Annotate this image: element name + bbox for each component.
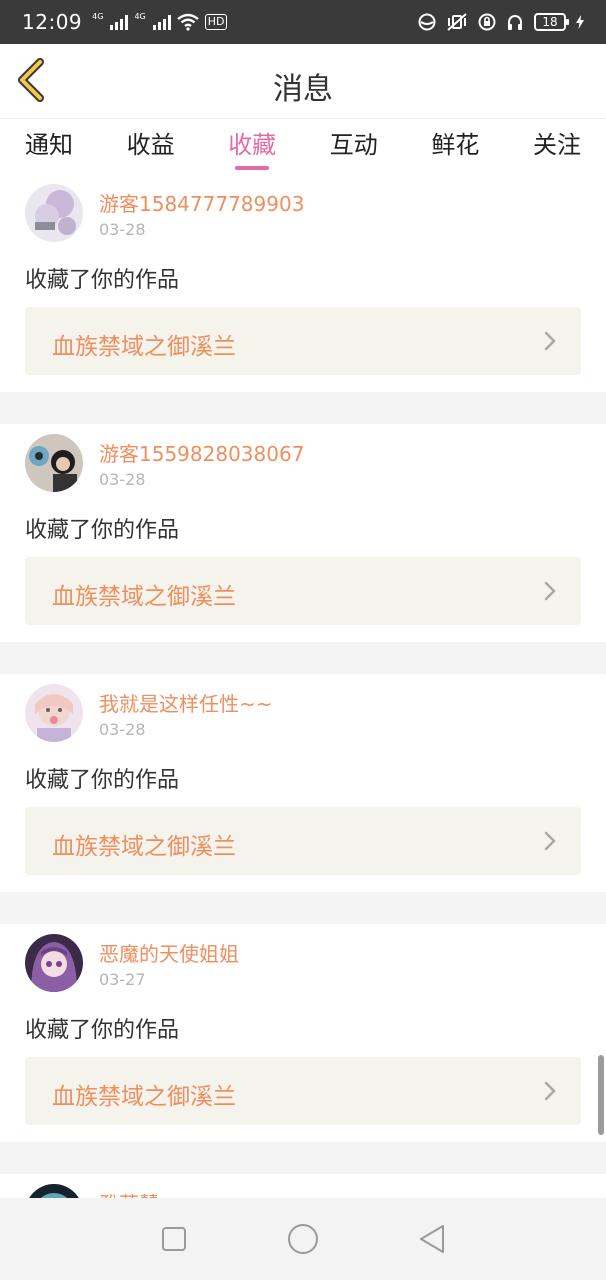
work-link[interactable]: 血族禁域之御溪兰	[25, 307, 581, 375]
user-name[interactable]: 游客1584777789903	[99, 188, 304, 217]
status-time: 12:09	[22, 10, 83, 34]
message-text: 收藏了你的作品	[25, 268, 180, 293]
avatar[interactable]	[25, 184, 83, 242]
status-left: 12:09 4G 4G HD	[22, 10, 228, 34]
chevron-right-icon	[544, 581, 556, 601]
tab-interaction[interactable]: 互动	[329, 120, 379, 174]
battery-icon: 18	[534, 13, 569, 31]
message-text: 收藏了你的作品	[25, 1018, 180, 1043]
user-name[interactable]: 我就是这样任性~~	[99, 688, 273, 717]
recent-apps-button[interactable]	[154, 1219, 194, 1259]
status-left-icons: 4G 4G HD	[92, 12, 228, 31]
charging-icon	[576, 15, 584, 29]
tab-flowers[interactable]: 鲜花	[430, 120, 480, 174]
message-date: 03-28	[99, 470, 146, 489]
message-text: 收藏了你的作品	[25, 768, 180, 793]
list-item: 恶魔的天使姐姐 03-27 收藏了你的作品 血族禁域之御溪兰	[0, 924, 606, 1142]
avatar[interactable]	[25, 684, 83, 742]
message-date: 03-27	[99, 970, 146, 989]
list-item: 我就是这样任性~~ 03-28 收藏了你的作品 血族禁域之御溪兰	[0, 674, 606, 892]
work-link[interactable]: 血族禁域之御溪兰	[25, 807, 581, 875]
triangle-back-icon	[419, 1225, 444, 1253]
lock-rotation-icon	[478, 13, 496, 31]
system-nav-bar	[0, 1198, 606, 1280]
square-icon	[162, 1227, 187, 1251]
avatar[interactable]	[25, 434, 83, 492]
eye-comfort-icon	[418, 13, 436, 31]
work-title: 血族禁域之御溪兰	[52, 1084, 236, 1110]
work-title: 血族禁域之御溪兰	[52, 334, 236, 360]
avatar[interactable]	[25, 934, 83, 992]
work-link[interactable]: 血族禁域之御溪兰	[25, 557, 581, 625]
message-text: 收藏了你的作品	[25, 518, 180, 543]
network-label-1: 4G	[92, 12, 104, 21]
message-date: 03-28	[99, 220, 146, 239]
list-item: 雅薇慧	[0, 1174, 606, 1198]
signal-icon	[152, 14, 171, 30]
tab-earnings[interactable]: 收益	[126, 120, 176, 174]
headphones-icon	[508, 15, 522, 30]
work-link[interactable]: 血族禁域之御溪兰	[25, 1057, 581, 1125]
status-bar: 12:09 4G 4G HD 18	[0, 0, 606, 44]
vibrate-mute-icon	[447, 13, 467, 31]
avatar[interactable]	[25, 1184, 83, 1198]
scrollbar[interactable]	[598, 1055, 604, 1135]
signal-icon	[110, 14, 129, 30]
back-nav-button[interactable]	[412, 1219, 452, 1259]
user-name[interactable]: 雅薇慧	[99, 1188, 159, 1198]
message-list[interactable]: 游客1584777789903 03-28 收藏了你的作品 血族禁域之御溪兰 游…	[0, 174, 606, 1198]
tab-favorites[interactable]: 收藏	[227, 120, 277, 174]
status-right: 18	[418, 13, 584, 31]
work-title: 血族禁域之御溪兰	[52, 584, 236, 610]
message-date: 03-28	[99, 720, 146, 739]
list-item: 游客1584777789903 03-28 收藏了你的作品 血族禁域之御溪兰	[0, 174, 606, 392]
user-name[interactable]: 游客1559828038067	[99, 438, 304, 467]
user-name[interactable]: 恶魔的天使姐姐	[99, 938, 239, 967]
tab-following[interactable]: 关注	[532, 120, 582, 174]
list-item: 游客1559828038067 03-28 收藏了你的作品 血族禁域之御溪兰	[0, 424, 606, 642]
tab-notification[interactable]: 通知	[24, 120, 74, 174]
hd-badge: HD	[204, 14, 228, 30]
chevron-right-icon	[544, 331, 556, 351]
home-button[interactable]	[283, 1219, 323, 1259]
app-header: 消息	[0, 44, 606, 119]
chevron-right-icon	[544, 1081, 556, 1101]
work-title: 血族禁域之御溪兰	[52, 834, 236, 860]
wifi-icon	[176, 13, 199, 31]
circle-icon	[287, 1224, 318, 1254]
chevron-right-icon	[544, 831, 556, 851]
page-title: 消息	[273, 72, 333, 107]
message-tabs: 通知 收益 收藏 互动 鲜花 关注	[0, 120, 606, 174]
network-label-2: 4G	[134, 12, 146, 21]
